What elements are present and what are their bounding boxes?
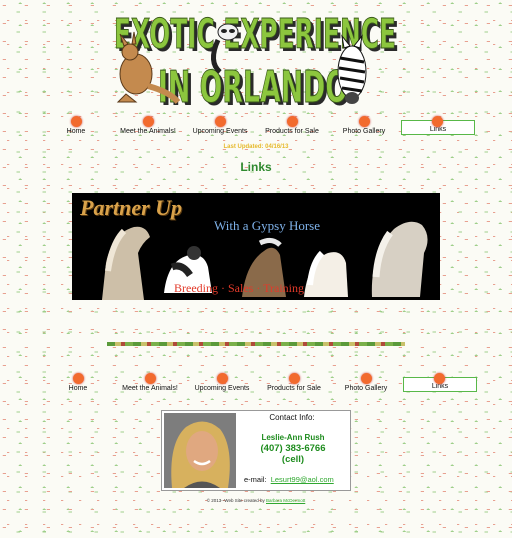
nav-item-links[interactable]: Links <box>403 373 477 392</box>
nav-item-upcoming-events[interactable]: Upcoming Events <box>184 116 256 138</box>
nav-dot-icon <box>286 116 298 127</box>
nav-dot-icon <box>214 116 226 127</box>
nav-dot-icon <box>434 373 445 384</box>
nav-item-upcoming-events[interactable]: Upcoming Events <box>186 373 258 395</box>
contact-phone: (407) 383-6766 (cell) <box>238 443 348 465</box>
site-logo: EXOTIC EXPERIENCE EXOTIC EXPERIENCE IN O… <box>108 2 402 109</box>
partner-banner[interactable]: Partner Up With a Gypsy Horse Breeding ·… <box>72 193 440 300</box>
nav-dot-icon <box>144 373 156 384</box>
email-link[interactable]: Lesurt99@aol.com <box>271 475 334 484</box>
page-title: Links <box>240 160 272 174</box>
svg-text:IN ORLANDO: IN ORLANDO <box>158 62 348 108</box>
horse-icon <box>371 221 428 297</box>
phone-note: (cell) <box>281 454 305 465</box>
contact-title: Contact Info: <box>269 413 315 422</box>
nav-item-photo-gallery[interactable]: Photo Gallery <box>330 373 402 395</box>
nav-item-meet-the-animals[interactable]: Meet the Animals! <box>112 116 184 138</box>
email-label: e-mail: <box>244 475 267 484</box>
footer-text: © 2013--Web Site created by <box>206 498 265 503</box>
last-updated: Last Updated: 04/16/13 <box>223 144 289 150</box>
nav-dot-icon <box>288 373 300 384</box>
top-nav: Home Meet the Animals! Upcoming Events P… <box>40 116 480 138</box>
contact-email: e-mail: Lesurt99@aol.com <box>244 475 334 484</box>
horse-icon <box>102 226 150 300</box>
banner-tagline: Breeding · Sales · Training <box>174 281 304 295</box>
nav-item-home[interactable]: Home <box>42 373 114 395</box>
footer: © 2013--Web Site created by Barbara McDe… <box>0 498 512 503</box>
contact-name: Leslie-Ann Rush <box>261 433 325 442</box>
horse-icon <box>304 250 348 297</box>
nav-item-meet-the-animals[interactable]: Meet the Animals! <box>114 373 186 395</box>
banner-title: Partner Up <box>80 195 183 220</box>
nav-item-photo-gallery[interactable]: Photo Gallery <box>328 116 400 138</box>
nav-dot-icon <box>432 116 443 127</box>
nav-dot-icon <box>70 116 82 127</box>
nav-item-home[interactable]: Home <box>40 116 112 138</box>
nav-item-products-for-sale[interactable]: Products for Sale <box>256 116 328 138</box>
avatar <box>164 413 236 488</box>
banner-subtitle: With a Gypsy Horse <box>214 218 320 233</box>
author-link[interactable]: Barbara McDermott <box>266 498 305 503</box>
phone-number: (407) 383-6766 <box>260 443 326 454</box>
nav-dot-icon <box>358 116 370 127</box>
nav-dot-icon <box>216 373 228 384</box>
nav-dot-icon <box>142 116 154 127</box>
nav-item-links[interactable]: Links <box>401 116 475 135</box>
nav-dot-icon <box>72 373 84 384</box>
contact-card: Contact Info: Leslie-Ann Rush (407) 383-… <box>161 410 351 491</box>
bottom-nav: Home Meet the Animals! Upcoming Events P… <box>40 373 480 395</box>
decorative-divider <box>107 342 405 346</box>
nav-dot-icon <box>360 373 372 384</box>
nav-item-products-for-sale[interactable]: Products for Sale <box>258 373 330 395</box>
